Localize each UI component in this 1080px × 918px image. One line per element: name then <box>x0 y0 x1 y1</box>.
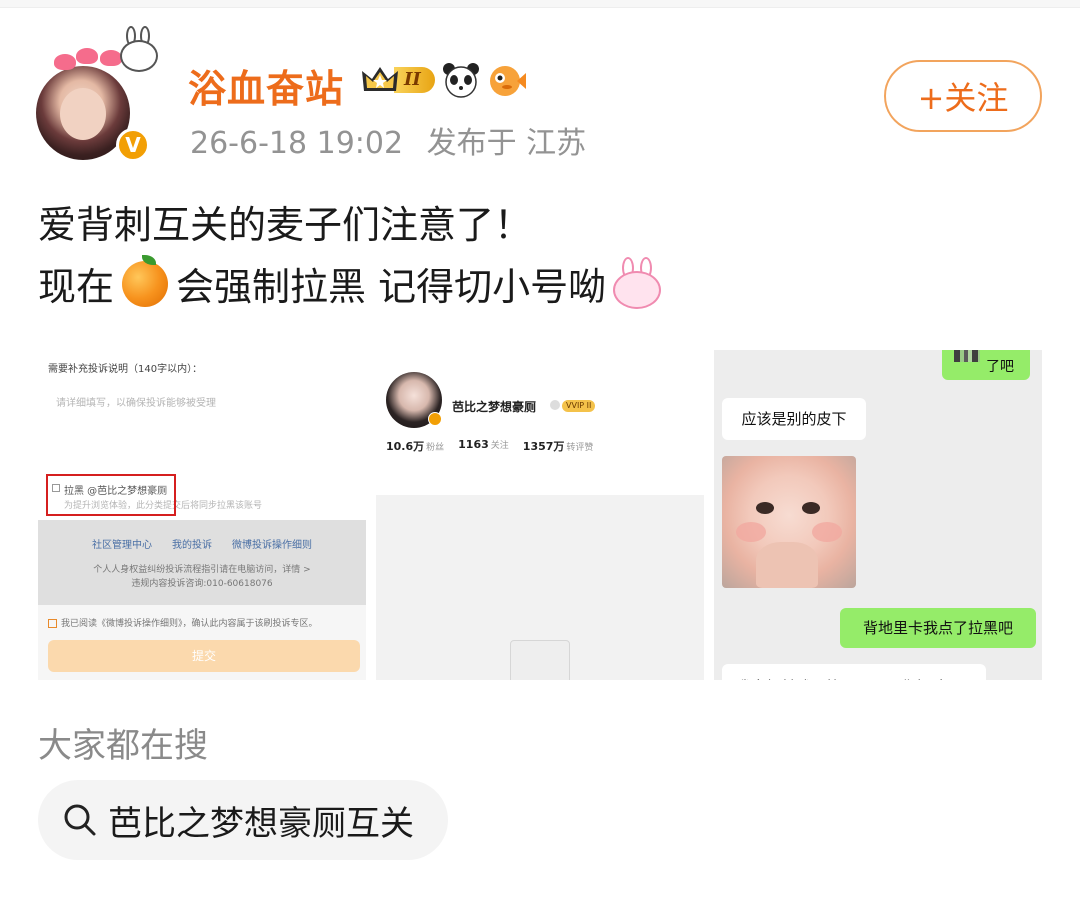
red-highlight-box <box>46 474 176 516</box>
fish-icon <box>487 61 527 99</box>
link-my-complaints: 我的投诉 <box>172 540 212 551</box>
search-icon <box>62 802 98 838</box>
orange-emoji-icon <box>122 254 169 307</box>
complaint-links: 社区管理中心 我的投诉 微博投诉操作细则 <box>38 536 366 551</box>
stat-number: 1163 <box>458 438 489 451</box>
stat-number: 1357万 <box>522 440 565 453</box>
complaint-info2: 违规内容投诉咨询:010-60618076 <box>131 579 273 589</box>
empty-box-icon <box>510 640 570 680</box>
profile-gender-icon <box>550 400 560 410</box>
baby-sticker-image <box>722 456 856 588</box>
chat-bubble-received: 我自打前述一笔，下面照你解除 <box>722 664 986 680</box>
panda-icon <box>441 61 481 99</box>
chat-text: 了吧 <box>986 359 1014 375</box>
mosaic-blur <box>954 350 980 362</box>
post-text-line2: 现在 会强制拉黑 记得切小号呦 <box>38 254 664 311</box>
username[interactable]: 浴血奋站 <box>188 58 344 113</box>
stat-label: 转评赞 <box>566 443 594 453</box>
search-suggestion-text: 芭比之梦想豪厕互关 <box>108 803 414 844</box>
agree-text: 我已阅读《微博投诉操作细则》，确认此内容属于该刷投诉专区。 <box>61 619 318 629</box>
complaint-info1: 个人人身权益纠纷投诉流程指引请在电脑访问，详情 > <box>93 565 311 575</box>
post-meta: 26-6-18 19:02 发布于 江苏 <box>190 118 600 162</box>
post-image-3[interactable]: 了吧 应该是别的皮下 背地里卡我点了拉黑吧 我自打前述一笔，下面照你解除 <box>714 350 1042 680</box>
user-badges: II <box>360 62 527 98</box>
bunny-emoji-icon <box>610 256 664 311</box>
post-location: 发布于 江苏 <box>426 126 587 161</box>
search-suggestion-chip[interactable]: 芭比之梦想豪厕互关 <box>38 780 448 860</box>
post-image-1[interactable]: 需要补充投诉说明（140字以内）： 请详细填写，以确保投诉能够被受理 拉黑 @芭… <box>38 350 366 680</box>
post-text-before-emoji: 现在 <box>38 265 115 309</box>
top-strip <box>0 0 1080 8</box>
trending-search-title: 大家都在搜 <box>38 726 208 766</box>
complaint-header: 需要补充投诉说明（140字以内）： <box>48 364 203 375</box>
verified-badge-icon: V <box>116 128 150 162</box>
stat-label: 关注 <box>490 441 509 451</box>
user-avatar[interactable]: V <box>36 26 158 162</box>
crown-icon <box>360 63 400 97</box>
complaint-agree: 我已阅读《微博投诉操作细则》，确认此内容属于该刷投诉专区。 <box>48 616 318 629</box>
profile-name: 芭比之梦想豪厕 <box>452 400 537 414</box>
bunny-pendant-icon <box>114 26 162 72</box>
post-timestamp: 26-6-18 19:02 <box>190 126 404 161</box>
chat-bubble-received: 应该是别的皮下 <box>722 398 866 440</box>
post-text-after-emoji: 会强制拉黑 记得切小号呦 <box>176 265 607 309</box>
chat-bubble-sent: 背地里卡我点了拉黑吧 <box>840 608 1036 648</box>
profile-stats: 10.6万 粉丝 1163 关注 1357万 转评赞 <box>386 438 593 454</box>
post-text-line1: 爱背刺互关的麦子们注意了！ <box>38 203 533 247</box>
link-community-center: 社区管理中心 <box>92 540 152 551</box>
stat-number: 10.6万 <box>386 440 425 453</box>
follow-button[interactable]: +关注 <box>884 60 1042 132</box>
link-complaint-rules: 微博投诉操作细则 <box>232 540 312 551</box>
member-level-badge[interactable]: II <box>360 63 435 97</box>
complaint-placeholder: 请详细填写，以确保投诉能够被受理 <box>56 398 216 409</box>
avatar-face <box>60 88 106 140</box>
level-label: II <box>394 67 435 93</box>
profile-vvip-badge: VVIP II <box>562 400 596 412</box>
stat-label: 粉丝 <box>426 443 445 453</box>
profile-verified-icon <box>428 412 442 426</box>
post-image-2[interactable]: 芭比之梦想豪厕 VVIP II 10.6万 粉丝 1163 关注 1357万 转评赞 <box>376 350 704 680</box>
complaint-submit: 提交 <box>48 640 360 672</box>
